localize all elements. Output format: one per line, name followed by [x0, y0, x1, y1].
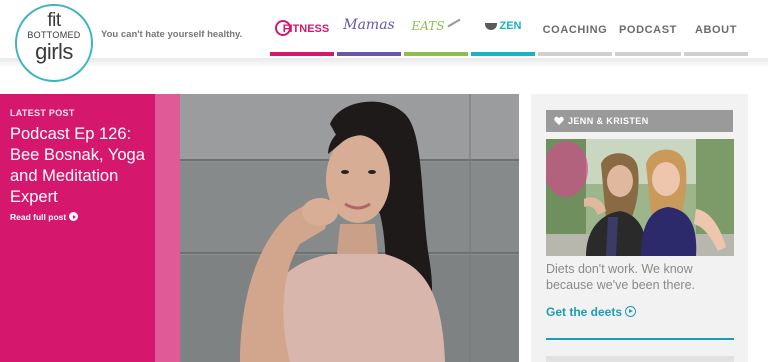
- nav-underline-coaching: [538, 52, 612, 56]
- logo-girls: girls: [35, 39, 73, 64]
- nav-underline-eats: [404, 52, 468, 56]
- sidebar-tag-label: JENN & KRISTEN: [568, 116, 649, 126]
- read-full-post-label: Read full post: [10, 212, 67, 222]
- play-circle-icon: [625, 306, 637, 317]
- nav-label-fitness: FITNESS: [282, 23, 330, 35]
- nav-label-coaching: COACHING: [542, 24, 608, 36]
- sidebar-next-block: [546, 356, 734, 362]
- latest-post-kicker: LATEST POST: [10, 108, 75, 118]
- portrait-photo: [180, 94, 519, 362]
- site-logo[interactable]: fit BOTTOMED girls: [15, 4, 93, 82]
- play-circle-icon: [69, 212, 79, 221]
- tea-cup-icon: [484, 23, 497, 30]
- nav-item-about[interactable]: ABOUT: [684, 0, 748, 56]
- nav-item-podcast[interactable]: PODCAST: [615, 0, 681, 56]
- nav-underline-fitness: [270, 52, 334, 56]
- nav-underline-zen: [471, 52, 535, 56]
- jenn-kristen-photo[interactable]: [546, 139, 734, 256]
- header-shadow: [0, 58, 768, 68]
- read-full-post-link[interactable]: Read full post: [10, 212, 79, 222]
- nav-label-about: ABOUT: [694, 24, 738, 36]
- sidebar-blurb: Diets don't work. We know because we've …: [546, 262, 696, 292]
- nav-item-zen[interactable]: ZEN: [471, 0, 535, 56]
- nav-item-eats[interactable]: EATS: [404, 0, 468, 56]
- nav-label-mamas: Mamas: [343, 17, 395, 33]
- latest-post-title[interactable]: Podcast Ep 126: Bee Bosnak, Yoga and Med…: [10, 124, 160, 208]
- nav-item-coaching[interactable]: COACHING: [538, 0, 612, 56]
- nav-label-zen: ZEN: [499, 20, 522, 32]
- nav-underline-podcast: [615, 52, 681, 56]
- nav-underline-about: [684, 52, 748, 56]
- heart-icon: [554, 116, 564, 125]
- nav-item-mamas[interactable]: Mamas: [337, 0, 401, 56]
- spoon-icon: [446, 18, 461, 28]
- latest-post-image[interactable]: [180, 94, 519, 362]
- logo-fit: fit: [47, 10, 61, 31]
- get-the-deets-link[interactable]: Get the deets: [546, 305, 637, 319]
- get-the-deets-label: Get the deets: [546, 305, 623, 319]
- nav-item-fitness[interactable]: FITNESS: [270, 0, 334, 56]
- sidebar-divider: [546, 338, 734, 340]
- nav-underline-mamas: [337, 52, 401, 56]
- sidebar-tag: JENN & KRISTEN: [546, 110, 733, 132]
- nav-label-eats: EATS: [411, 19, 445, 33]
- nav-label-podcast: PODCAST: [619, 24, 677, 36]
- site-tagline: You can't hate yourself healthy.: [101, 29, 243, 40]
- hosts-photo: [546, 139, 734, 256]
